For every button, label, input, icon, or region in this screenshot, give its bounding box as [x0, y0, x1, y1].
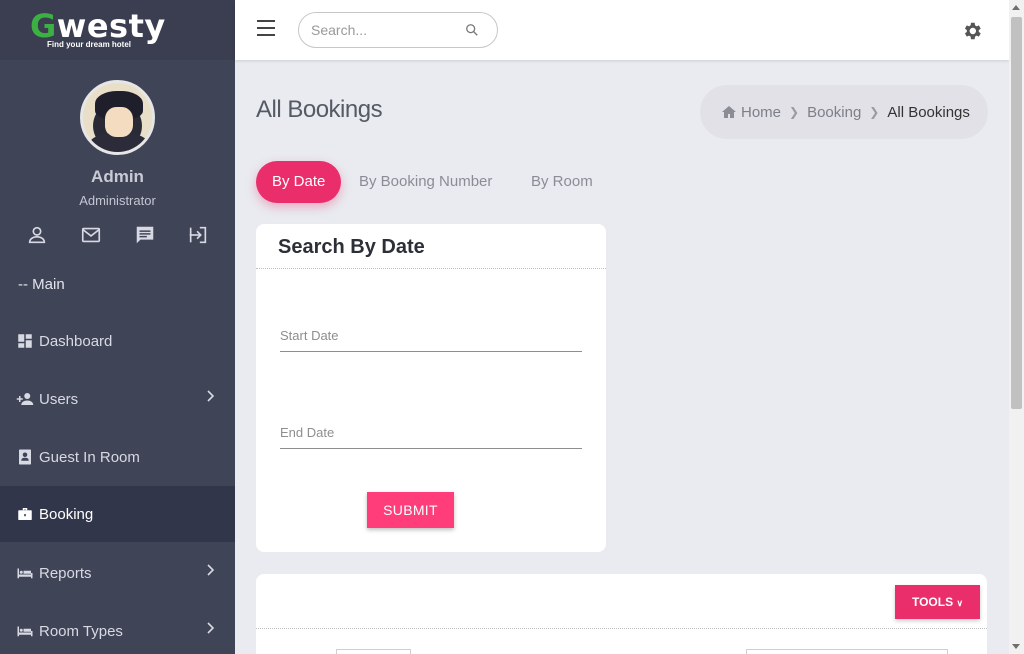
chevron-right-icon: [207, 564, 215, 576]
scroll-down-arrow-icon[interactable]: [1012, 644, 1020, 649]
chevron-right-icon: [207, 622, 215, 634]
divider: [256, 628, 987, 629]
sidebar-item-label: Users: [39, 390, 79, 408]
start-date-input[interactable]: [280, 320, 582, 350]
sidebar-item-dashboard[interactable]: Dashboard: [0, 313, 235, 369]
chevron-right-icon: ❯: [869, 105, 880, 119]
card-title: Search By Date: [278, 236, 425, 258]
tab-by-room[interactable]: By Room: [531, 161, 593, 203]
tab-by-booking-number[interactable]: By Booking Number: [359, 161, 492, 203]
scroll-up-arrow-icon[interactable]: [1012, 5, 1020, 10]
contact-icon: [19, 449, 31, 465]
dashboard-icon: [18, 334, 32, 348]
sidebar-item-booking[interactable]: Booking: [0, 486, 235, 542]
bed-icon: [17, 626, 33, 637]
home-icon: [722, 106, 736, 118]
top-header: [235, 0, 1009, 60]
hamburger-icon: [257, 20, 275, 22]
menu-toggle-button[interactable]: [257, 20, 275, 36]
scroll-thumb[interactable]: [1011, 17, 1022, 409]
breadcrumb: Home ❯ Booking ❯ All Bookings: [700, 85, 988, 139]
sidebar-item-reports[interactable]: Reports: [0, 545, 235, 601]
tab-by-date[interactable]: By Date: [256, 161, 342, 203]
avatar[interactable]: [80, 80, 155, 155]
sidebar-item-label: Dashboard: [39, 332, 113, 350]
bookings-table-card: TOOLS ∨: [256, 574, 987, 654]
sidebar-item-users[interactable]: Users: [0, 371, 235, 427]
breadcrumb-booking[interactable]: Booking: [807, 104, 861, 121]
sidebar-item-room-types[interactable]: Room Types: [0, 603, 235, 654]
sidebar-item-label: Booking: [39, 505, 94, 523]
profile-icon[interactable]: [26, 224, 48, 246]
logout-icon[interactable]: [187, 224, 209, 246]
chat-icon[interactable]: [134, 224, 156, 246]
end-date-input[interactable]: [280, 417, 582, 447]
divider: [256, 268, 606, 269]
entries-length-select[interactable]: [336, 649, 411, 654]
sidebar-item-label: Reports: [39, 564, 92, 582]
user-name: Admin: [91, 167, 144, 186]
sidebar-item-guest-in-room[interactable]: Guest In Room: [0, 429, 235, 485]
user-role: Administrator: [79, 193, 156, 208]
page-scrollbar[interactable]: [1009, 0, 1024, 654]
chevron-right-icon: [207, 390, 215, 402]
sidebar-item-label: Guest In Room: [39, 448, 140, 466]
tools-button[interactable]: TOOLS ∨: [895, 585, 980, 619]
mail-icon[interactable]: [80, 224, 102, 246]
search-input[interactable]: [311, 13, 461, 47]
search-by-date-card: Search By Date SUBMIT: [256, 224, 606, 552]
logo-tagline: Find your dream hotel: [47, 40, 132, 49]
search-box: [298, 12, 498, 48]
brand-logo[interactable]: Gwesty Find your dream hotel: [0, 0, 235, 60]
sidebar-section-main: -- Main: [18, 276, 65, 293]
end-date-field: [280, 413, 582, 449]
breadcrumb-home[interactable]: Home: [722, 104, 781, 121]
logo-text: Gwesty: [30, 7, 166, 45]
search-icon[interactable]: [465, 23, 479, 37]
submit-button[interactable]: SUBMIT: [367, 492, 454, 528]
start-date-field: [280, 316, 582, 352]
page-title: All Bookings: [256, 96, 383, 123]
breadcrumb-current: All Bookings: [887, 103, 970, 121]
chevron-down-icon: ∨: [956, 598, 964, 608]
add-user-icon: [16, 393, 34, 405]
sidebar: Gwesty Find your dream hotel Admin Admin…: [0, 0, 235, 654]
table-search-input[interactable]: [746, 649, 948, 654]
gear-icon[interactable]: [961, 20, 983, 42]
briefcase-icon: [18, 508, 32, 520]
sidebar-item-label: Room Types: [39, 622, 123, 640]
chevron-right-icon: ❯: [789, 105, 800, 119]
bed-icon: [17, 568, 33, 579]
